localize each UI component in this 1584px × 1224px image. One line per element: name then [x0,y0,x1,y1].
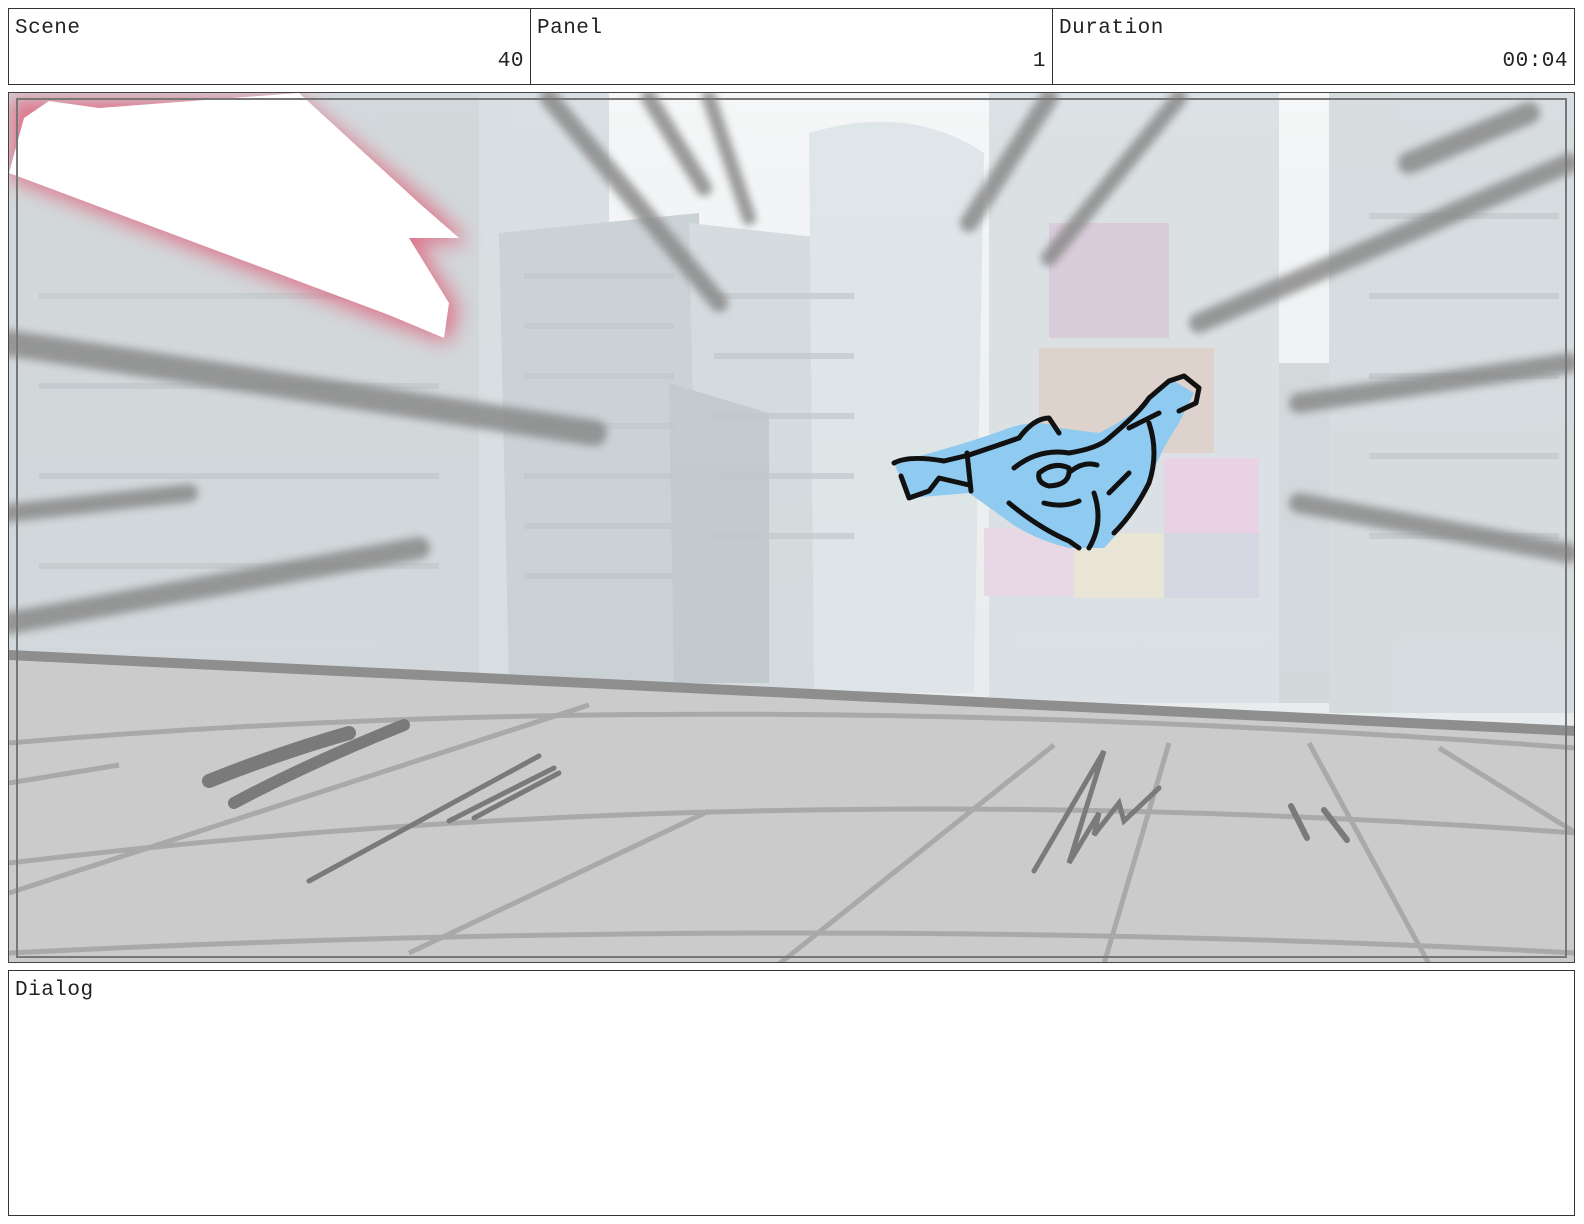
dialog-box[interactable]: Dialog [8,970,1575,1216]
duration-label: Duration [1059,17,1164,40]
panel-cell: Panel 1 [531,9,1053,84]
panel-label: Panel [537,17,603,40]
duration-value[interactable]: 00:04 [1502,50,1568,73]
duration-cell: Duration 00:04 [1053,9,1574,84]
panel-value[interactable]: 1 [1033,50,1046,73]
storyboard-panel[interactable] [8,92,1575,963]
scene-value[interactable]: 40 [498,50,524,73]
scene-label: Scene [15,17,81,40]
storyboard-drawing [9,93,1574,962]
storyboard-header: Scene 40 Panel 1 Duration 00:04 [8,8,1575,85]
dialog-label: Dialog [15,979,94,1002]
scene-cell: Scene 40 [9,9,531,84]
